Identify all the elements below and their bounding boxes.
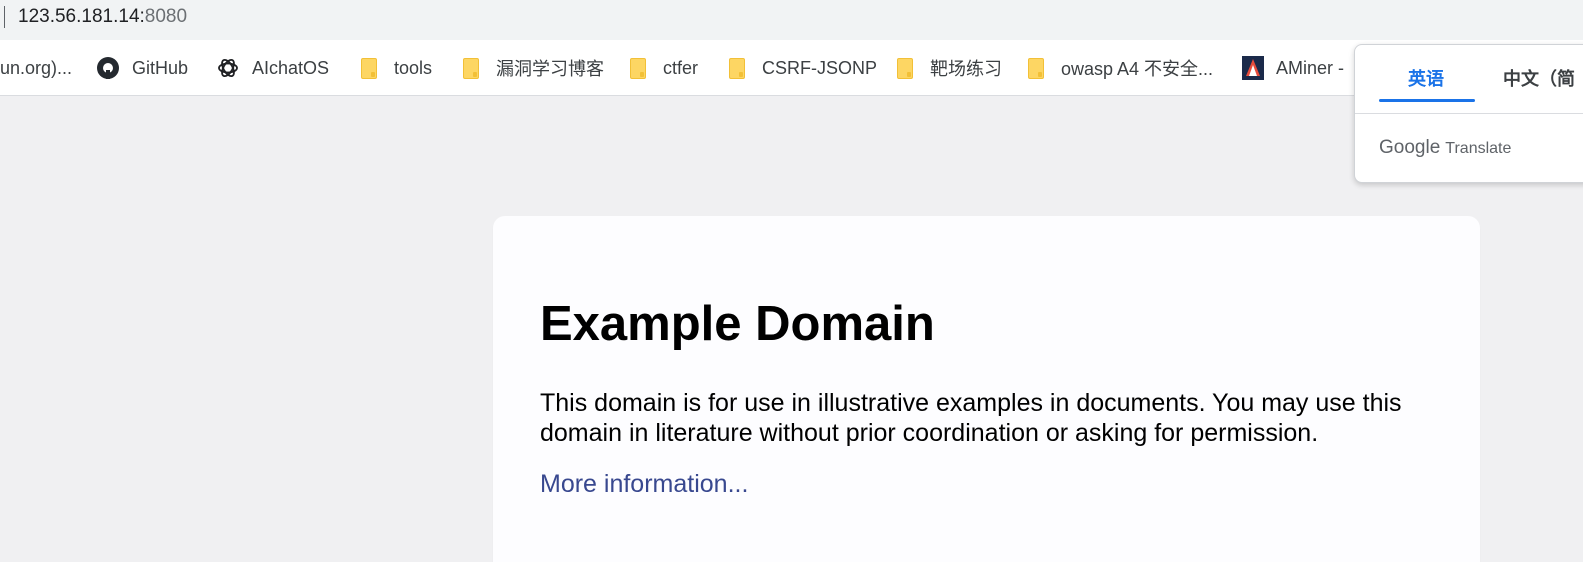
- address-bar[interactable]: 123.56.181.14:8080: [0, 0, 1583, 40]
- folder-icon: [726, 56, 750, 80]
- url-host: 123.56.181.14:: [18, 6, 145, 27]
- bookmark-label: tools: [394, 57, 433, 78]
- browser-viewport: 123.56.181.14:8080 un.org)... GitHub AIc…: [0, 0, 1583, 562]
- bookmark-label: AIchatOS: [252, 57, 330, 78]
- bookmark-label: AMiner -: [1276, 57, 1345, 78]
- tab-source-language[interactable]: 英语: [1408, 57, 1444, 101]
- bookmark-github[interactable]: GitHub: [96, 52, 188, 84]
- folder-icon: [627, 56, 651, 80]
- url-text[interactable]: 123.56.181.14:8080: [18, 4, 187, 30]
- url-port: 8080: [144, 6, 188, 27]
- text-cursor: [4, 6, 5, 28]
- translate-popup: 英语 中文（简 Google Translate: [1354, 44, 1583, 183]
- page-title: Example Domain: [540, 297, 935, 351]
- bookmark-label: owasp A4 不安全...: [1061, 59, 1214, 79]
- bookmark-folder-range-practice[interactable]: 靶场练习: [894, 52, 1002, 84]
- bookmark-folder-csrf-jsonp[interactable]: CSRF-JSONP: [726, 52, 877, 84]
- folder-icon: [460, 56, 484, 80]
- bookmark-label: 靶场练习: [930, 59, 1002, 79]
- github-icon: [96, 56, 120, 80]
- folder-icon: [1025, 56, 1049, 80]
- bookmark-folder-owasp[interactable]: owasp A4 不安全...: [1025, 52, 1213, 84]
- folder-icon: [894, 56, 918, 80]
- bookmark-label: un.org)...: [0, 57, 73, 78]
- bookmark-folder-ctfer[interactable]: ctfer: [627, 52, 698, 84]
- content-card: Example Domain This domain is for use in…: [493, 216, 1480, 562]
- aminer-icon: [1240, 56, 1264, 80]
- bookmark-label: ctfer: [663, 57, 699, 78]
- bookmark-label: CSRF-JSONP: [762, 57, 878, 78]
- folder-icon: [358, 56, 382, 80]
- bookmark-aichatos[interactable]: AIchatOS: [216, 52, 329, 84]
- bookmark-folder-vuln-blog[interactable]: 漏洞学习博客: [460, 52, 604, 84]
- bookmark-un-org[interactable]: un.org)...: [0, 52, 72, 84]
- divider: [1355, 113, 1583, 114]
- tab-target-language[interactable]: 中文（简: [1503, 57, 1575, 101]
- brand-google: Google: [1379, 137, 1441, 158]
- active-tab-indicator: [1379, 99, 1475, 102]
- bookmark-folder-tools[interactable]: tools: [358, 52, 432, 84]
- bookmark-label: GitHub: [132, 57, 189, 78]
- google-translate-logo: Google Translate: [1379, 137, 1511, 159]
- page-description: This domain is for use in illustrative e…: [540, 389, 1402, 447]
- openai-icon: [216, 56, 240, 80]
- more-information-link[interactable]: More information...: [540, 470, 748, 499]
- brand-translate: Translate: [1445, 140, 1512, 157]
- bookmark-aminer[interactable]: AMiner -: [1240, 52, 1344, 84]
- bookmarks-bar: un.org)... GitHub AIchatOS tools 漏洞学习博客 …: [0, 40, 1583, 96]
- bookmark-label: 漏洞学习博客: [496, 59, 604, 79]
